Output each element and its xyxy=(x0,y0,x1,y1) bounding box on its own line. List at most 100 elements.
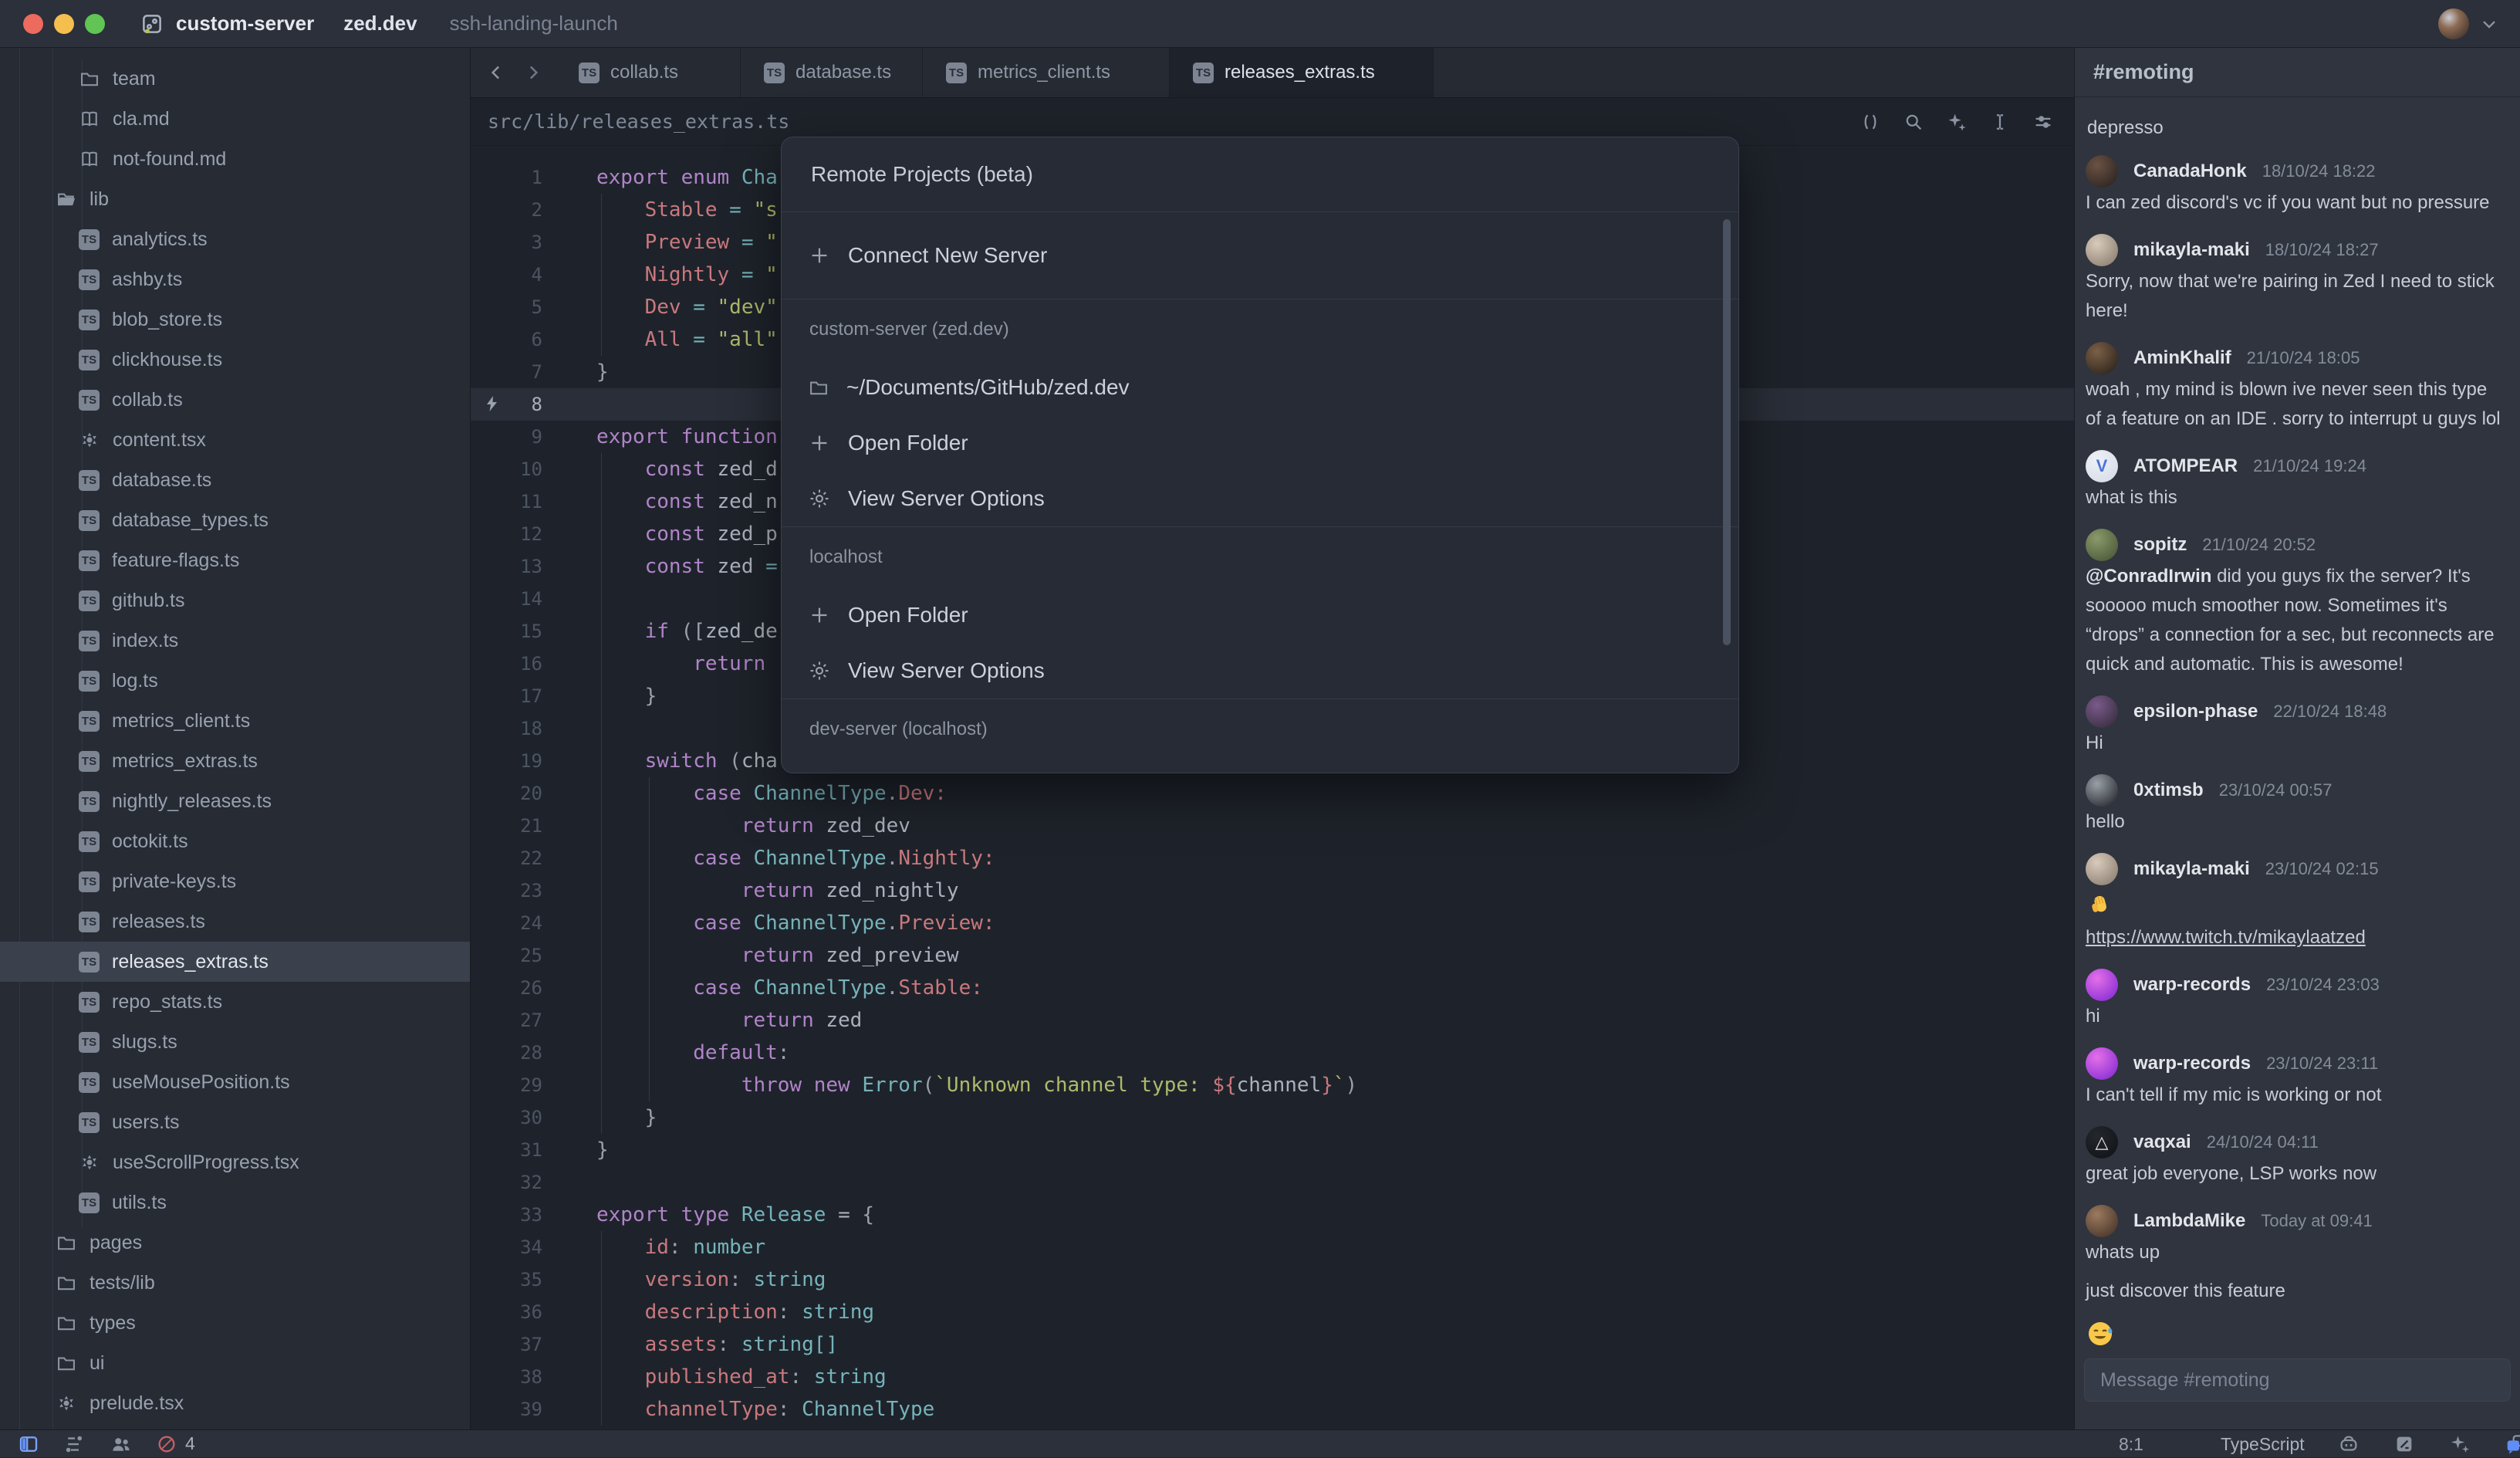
code-line-24[interactable]: 24case ChannelType.Preview: xyxy=(471,907,2074,939)
copilot-icon[interactable] xyxy=(2337,1433,2360,1456)
file-row-metrics_client.ts[interactable]: TSmetrics_client.ts xyxy=(0,701,470,741)
file-row-prelude.tsx[interactable]: prelude.tsx xyxy=(0,1383,470,1423)
tab-releases_extras.ts[interactable]: TSreleases_extras.ts xyxy=(1170,48,1434,97)
file-row-users.ts[interactable]: TSusers.ts xyxy=(0,1102,470,1142)
avatar[interactable] xyxy=(2086,234,2118,266)
text-cursor-icon[interactable] xyxy=(1989,111,2011,133)
code-line-34[interactable]: 34id: number xyxy=(471,1231,2074,1263)
back-icon[interactable] xyxy=(485,61,508,84)
outline-panel-icon[interactable] xyxy=(63,1433,86,1456)
avatar[interactable] xyxy=(2086,529,2118,561)
file-row-private-keys.ts[interactable]: TSprivate-keys.ts xyxy=(0,861,470,902)
file-row-not-found.md[interactable]: not-found.md xyxy=(0,139,470,179)
avatar[interactable] xyxy=(2086,853,2118,885)
diagnostics-indicator[interactable]: 4 xyxy=(156,1433,195,1455)
code-line-35[interactable]: 35version: string xyxy=(471,1263,2074,1296)
message-author[interactable]: vaqxai xyxy=(2133,1132,2191,1153)
message-author[interactable]: 0xtimsb xyxy=(2133,780,2204,801)
file-row-ashby.ts[interactable]: TSashby.ts xyxy=(0,259,470,299)
message-author[interactable]: mikayla-maki xyxy=(2133,239,2250,261)
file-row-feature-flags.ts[interactable]: TSfeature-flags.ts xyxy=(0,540,470,580)
avatar[interactable] xyxy=(2086,1047,2118,1080)
runnable-indicator-icon[interactable] xyxy=(483,394,502,413)
host-name[interactable]: zed.dev xyxy=(343,12,417,36)
file-row-index.ts[interactable]: TSindex.ts xyxy=(0,621,470,661)
assistant-icon[interactable] xyxy=(2448,1433,2471,1456)
file-row-database.ts[interactable]: TSdatabase.ts xyxy=(0,460,470,500)
file-row-useScrollProgress.tsx[interactable]: useScrollProgress.tsx xyxy=(0,1142,470,1182)
file-row-database_types.ts[interactable]: TSdatabase_types.ts xyxy=(0,500,470,540)
branch-name[interactable]: ssh-landing-launch xyxy=(450,12,618,36)
inline-assist-icon[interactable] xyxy=(1946,111,1968,133)
code-line-31[interactable]: 31} xyxy=(471,1134,2074,1166)
breadcrumb[interactable]: src/lib/releases_extras.ts xyxy=(488,110,789,133)
tab-database.ts[interactable]: TSdatabase.ts xyxy=(741,48,923,97)
forward-icon[interactable] xyxy=(522,61,545,84)
message-author[interactable]: LambdaMike xyxy=(2133,1210,2245,1232)
file-row-clickhouse.ts[interactable]: TSclickhouse.ts xyxy=(0,340,470,380)
file-row-useMousePosition.ts[interactable]: TSuseMousePosition.ts xyxy=(0,1062,470,1102)
user-avatar[interactable] xyxy=(2438,8,2469,39)
modal-row-open-folder[interactable]: Open Folder xyxy=(782,587,1738,643)
code-line-30[interactable]: 30} xyxy=(471,1101,2074,1134)
chat-panel-icon[interactable] xyxy=(2504,1432,2520,1456)
file-row-cla.md[interactable]: cla.md xyxy=(0,99,470,139)
zoom-window-button[interactable] xyxy=(85,14,105,34)
project-panel-icon[interactable] xyxy=(17,1433,40,1456)
message-author[interactable]: CanadaHonk xyxy=(2133,161,2247,182)
file-row-slugs.ts[interactable]: TSslugs.ts xyxy=(0,1022,470,1062)
message-author[interactable]: epsilon-phase xyxy=(2133,701,2258,722)
file-row-log.ts[interactable]: TSlog.ts xyxy=(0,661,470,701)
file-row-collab.ts[interactable]: TScollab.ts xyxy=(0,380,470,420)
editor-settings-icon[interactable] xyxy=(2032,111,2054,133)
file-row-team[interactable]: team xyxy=(0,59,470,99)
file-row-github.ts[interactable]: TSgithub.ts xyxy=(0,580,470,621)
modal-row-open-folder[interactable]: Open Folder xyxy=(782,415,1738,471)
file-row-releases.ts[interactable]: TSreleases.ts xyxy=(0,902,470,942)
file-row-nightly_releases.ts[interactable]: TSnightly_releases.ts xyxy=(0,781,470,821)
modal-row--documents-github-zed-dev[interactable]: ~/Documents/GitHub/zed.dev xyxy=(782,360,1738,415)
file-row-analytics.ts[interactable]: TSanalytics.ts xyxy=(0,219,470,259)
file-row-content.tsx[interactable]: content.tsx xyxy=(0,420,470,460)
code-line-27[interactable]: 27return zed xyxy=(471,1004,2074,1037)
avatar[interactable] xyxy=(2086,342,2118,374)
channel-name[interactable]: #remoting xyxy=(2093,60,2194,84)
avatar[interactable] xyxy=(2086,969,2118,1001)
modal-row-view-server-options[interactable]: View Server Options xyxy=(782,471,1738,526)
file-row-octokit.ts[interactable]: TSoctokit.ts xyxy=(0,821,470,861)
message-author[interactable]: ATOMPEAR xyxy=(2133,455,2238,477)
code-line-39[interactable]: 39channelType: ChannelType xyxy=(471,1393,2074,1426)
file-row-tests/lib[interactable]: tests/lib xyxy=(0,1263,470,1303)
code-line-29[interactable]: 29throw new Error(`Unknown channel type:… xyxy=(471,1069,2074,1101)
tab-metrics_client.ts[interactable]: TSmetrics_client.ts xyxy=(923,48,1170,97)
file-row-releases_extras.ts[interactable]: TSreleases_extras.ts xyxy=(0,942,470,982)
modal-scrollbar[interactable] xyxy=(1723,219,1731,645)
collab-panel-icon[interactable] xyxy=(110,1433,133,1456)
file-row-repo_stats.ts[interactable]: TSrepo_stats.ts xyxy=(0,982,470,1022)
avatar[interactable]: V xyxy=(2086,450,2118,482)
file-row-ui[interactable]: ui xyxy=(0,1343,470,1383)
code-line-38[interactable]: 38published_at: string xyxy=(471,1361,2074,1393)
code-line-33[interactable]: 33export type Release = { xyxy=(471,1199,2074,1231)
code-line-20[interactable]: 20case ChannelType.Dev: xyxy=(471,777,2074,810)
language-selector[interactable]: TypeScript xyxy=(2221,1434,2305,1455)
code-line-23[interactable]: 23return zed_nightly xyxy=(471,874,2074,907)
cursor-position[interactable]: 8:1 xyxy=(2119,1434,2143,1455)
log-icon[interactable] xyxy=(2393,1433,2416,1456)
tab-collab.ts[interactable]: TScollab.ts xyxy=(556,48,741,97)
minimize-window-button[interactable] xyxy=(54,14,74,34)
code-line-37[interactable]: 37assets: string[] xyxy=(471,1328,2074,1361)
code-line-21[interactable]: 21return zed_dev xyxy=(471,810,2074,842)
avatar[interactable] xyxy=(2086,1205,2118,1237)
code-line-22[interactable]: 22case ChannelType.Nightly: xyxy=(471,842,2074,874)
message-author[interactable]: sopitz xyxy=(2133,534,2187,556)
file-row-blob_store.ts[interactable]: TSblob_store.ts xyxy=(0,299,470,340)
file-row-pages[interactable]: pages xyxy=(0,1223,470,1263)
file-row-lib[interactable]: lib xyxy=(0,179,470,219)
message-author[interactable]: warp-records xyxy=(2133,974,2251,996)
code-line-36[interactable]: 36description: string xyxy=(471,1296,2074,1328)
message-author[interactable]: warp-records xyxy=(2133,1053,2251,1074)
file-row-metrics_extras.ts[interactable]: TSmetrics_extras.ts xyxy=(0,741,470,781)
avatar[interactable] xyxy=(2086,774,2118,807)
message-author[interactable]: mikayla-maki xyxy=(2133,858,2250,880)
